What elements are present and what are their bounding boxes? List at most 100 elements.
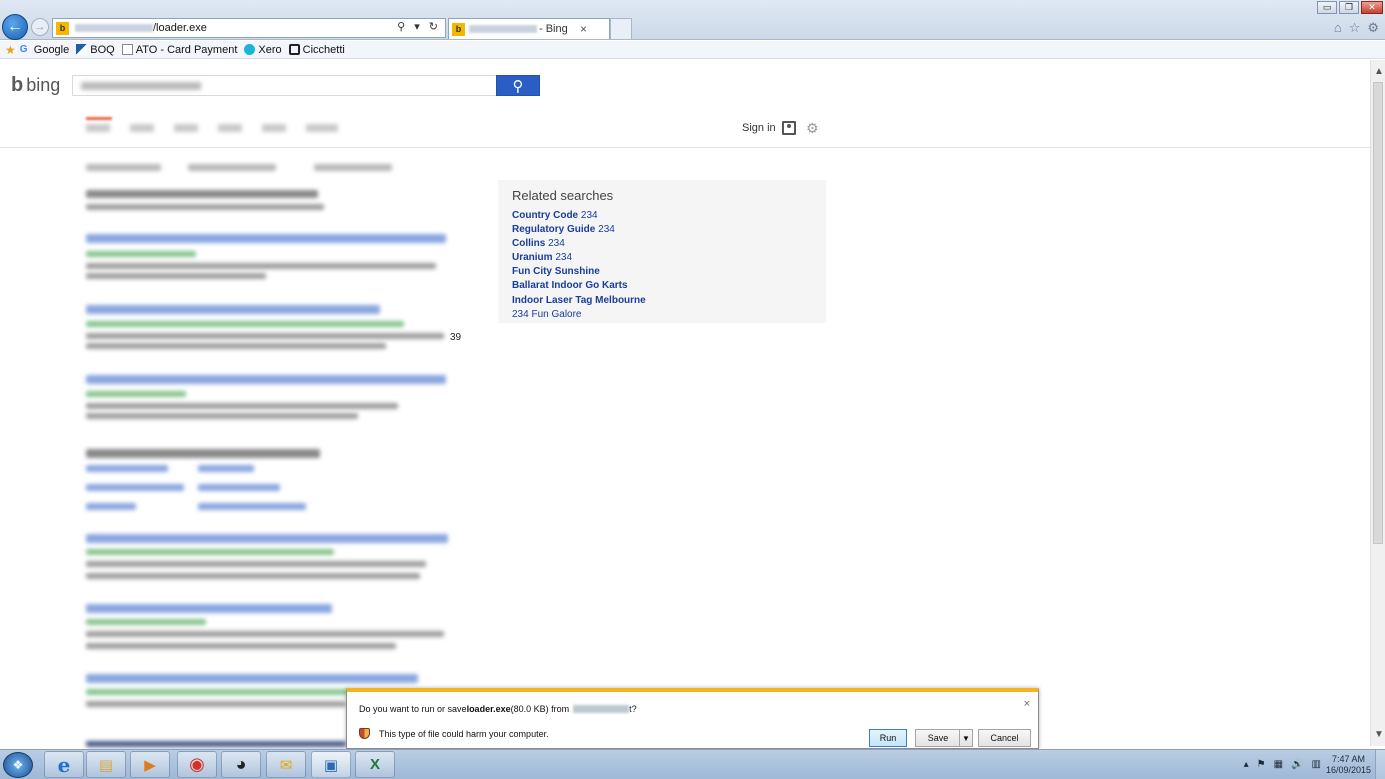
clock[interactable]: 7:47 AM 16/09/2015 bbox=[1326, 754, 1371, 776]
save-button[interactable]: Save bbox=[915, 729, 960, 747]
result-title-blur[interactable] bbox=[86, 674, 418, 683]
taskbar-penguin-app[interactable]: ◕ bbox=[221, 751, 261, 778]
fav-label: Xero bbox=[258, 43, 282, 56]
redacted-download-source bbox=[573, 705, 630, 713]
related-link-blur[interactable] bbox=[198, 484, 280, 491]
result-url-blur bbox=[86, 321, 404, 327]
fav-xero[interactable]: Xero bbox=[244, 43, 282, 56]
result-snippet-blur bbox=[86, 263, 436, 269]
system-tray: ▴ ⚑ ▦ 🔊 ▥ bbox=[1244, 759, 1321, 770]
search-input[interactable] bbox=[72, 75, 497, 96]
result-title-blur[interactable] bbox=[86, 305, 380, 314]
scroll-up-icon[interactable]: ▲ bbox=[1374, 66, 1384, 77]
volume-icon[interactable]: 🔊 bbox=[1291, 759, 1303, 770]
scope-tab[interactable] bbox=[86, 124, 110, 132]
related-link-blur[interactable] bbox=[198, 503, 306, 510]
taskbar-explorer[interactable]: ▤ bbox=[86, 751, 126, 778]
result-url-blur bbox=[86, 251, 196, 257]
network-icon[interactable]: ▥ bbox=[1312, 759, 1321, 770]
excel-icon: X bbox=[369, 756, 380, 773]
related-link-bold: Indoor Laser Tag Melbourne bbox=[512, 294, 646, 306]
related-link-bold: Regulatory Guide bbox=[512, 224, 596, 236]
address-bar[interactable]: b /loader.exe ⚲ ▾ ↻ bbox=[52, 18, 446, 38]
minimize-button[interactable]: ▭ bbox=[1317, 1, 1337, 14]
sign-in-link[interactable]: Sign in bbox=[742, 121, 796, 135]
settings-gear-icon[interactable]: ⚙ bbox=[806, 120, 819, 137]
related-link[interactable]: Regulatory Guide 234 bbox=[512, 223, 646, 237]
fav-cicchetti[interactable]: Cicchetti bbox=[288, 44, 345, 56]
taskbar-mail[interactable]: ✉ bbox=[266, 751, 306, 778]
result-title-blur[interactable] bbox=[86, 375, 446, 384]
related-link[interactable]: Ballarat Indoor Go Karts bbox=[512, 279, 646, 293]
save-options-dropdown[interactable]: ▼ bbox=[959, 729, 973, 747]
favorites-star-icon[interactable]: ☆ bbox=[1349, 20, 1361, 36]
new-tab-button[interactable] bbox=[610, 18, 632, 39]
related-searches-list: Country Code 234 Regulatory Guide 234 Co… bbox=[512, 209, 646, 322]
vertical-scrollbar[interactable]: ▲ ▼ bbox=[1370, 60, 1385, 746]
related-link[interactable]: Uranium 234 bbox=[512, 251, 646, 265]
related-link-rest: 234 bbox=[552, 252, 573, 264]
tray-app-icon[interactable]: ▦ bbox=[1274, 759, 1283, 770]
result-title-blur[interactable] bbox=[86, 604, 332, 613]
search-button[interactable]: ⚲ bbox=[496, 75, 540, 96]
mail-icon: ✉ bbox=[279, 756, 293, 774]
related-link[interactable]: Fun City Sunshine bbox=[512, 265, 646, 279]
taskbar-ie[interactable]: e bbox=[44, 751, 84, 778]
search-icon: ⚲ bbox=[512, 77, 524, 95]
taskbar-remote-desktop[interactable]: ▣ bbox=[311, 751, 351, 778]
fav-label: BOQ bbox=[90, 43, 115, 56]
scroll-thumb[interactable] bbox=[1373, 82, 1383, 544]
related-link[interactable]: Indoor Laser Tag Melbourne bbox=[512, 294, 646, 308]
chrome-icon: ◉ bbox=[189, 754, 205, 774]
related-link[interactable]: 234 Fun Galore bbox=[512, 308, 646, 322]
related-link-bold: Collins bbox=[512, 238, 546, 250]
tab-close-icon[interactable]: × bbox=[580, 22, 587, 36]
run-button[interactable]: Run bbox=[869, 729, 907, 747]
cancel-button[interactable]: Cancel bbox=[978, 729, 1031, 747]
page-icon bbox=[121, 44, 133, 55]
close-window-button[interactable]: ✕ bbox=[1361, 1, 1383, 14]
add-favorite-star-icon[interactable]: ★ bbox=[5, 43, 16, 57]
result-title-blur[interactable] bbox=[86, 534, 448, 543]
scope-tab[interactable] bbox=[218, 124, 242, 132]
tools-gear-icon[interactable]: ⚙ bbox=[1367, 20, 1379, 36]
download-bar-close-icon[interactable]: × bbox=[1024, 698, 1030, 710]
address-tools-icons[interactable]: ⚲ ▾ ↻ bbox=[397, 20, 441, 33]
result-snippet-blur bbox=[86, 573, 420, 579]
tray-expand-icon[interactable]: ▴ bbox=[1244, 759, 1249, 770]
download-warning: This type of file could harm your comput… bbox=[359, 728, 549, 739]
fav-boq[interactable]: BOQ bbox=[76, 43, 115, 56]
taskbar-excel[interactable]: X bbox=[355, 751, 395, 778]
taskbar-media-player[interactable]: ▶ bbox=[130, 751, 170, 778]
home-icon[interactable]: ⌂ bbox=[1334, 20, 1342, 36]
tab-bing[interactable]: b - Bing × bbox=[448, 18, 610, 39]
related-link-blur[interactable] bbox=[86, 484, 184, 491]
related-link[interactable]: Collins 234 bbox=[512, 237, 646, 251]
back-button[interactable]: ← bbox=[2, 14, 28, 40]
scope-tab[interactable] bbox=[262, 124, 286, 132]
scope-tab[interactable] bbox=[306, 124, 338, 132]
fav-label: ATO - Card Payment bbox=[135, 43, 238, 56]
related-link-blur[interactable] bbox=[198, 465, 254, 472]
start-button[interactable]: ❖ bbox=[3, 752, 33, 778]
result-snippet-blur bbox=[86, 741, 346, 747]
taskbar-chrome[interactable]: ◉ bbox=[177, 751, 217, 778]
bing-logo[interactable]: b bing bbox=[11, 74, 60, 97]
action-center-flag-icon[interactable]: ⚑ bbox=[1257, 759, 1266, 770]
related-searches-title: Related searches bbox=[512, 188, 614, 203]
back-arrow-icon: ← bbox=[7, 18, 23, 35]
scope-tab[interactable] bbox=[174, 124, 198, 132]
related-link-blur[interactable] bbox=[86, 465, 168, 472]
related-link[interactable]: Country Code 234 bbox=[512, 209, 646, 223]
related-link-blur[interactable] bbox=[86, 503, 136, 510]
forward-button[interactable]: → bbox=[31, 18, 49, 36]
fav-google[interactable]: G Google bbox=[20, 44, 69, 56]
result-snippet-blur bbox=[86, 631, 444, 637]
show-desktop-button[interactable] bbox=[1375, 750, 1385, 779]
scope-tab[interactable] bbox=[130, 124, 154, 132]
restore-button[interactable]: ❐ bbox=[1339, 1, 1359, 14]
result-title-blur[interactable] bbox=[86, 234, 446, 243]
scroll-down-icon[interactable]: ▼ bbox=[1374, 729, 1384, 740]
fav-ato[interactable]: ATO - Card Payment bbox=[121, 43, 238, 56]
sign-in-label: Sign in bbox=[742, 122, 776, 134]
